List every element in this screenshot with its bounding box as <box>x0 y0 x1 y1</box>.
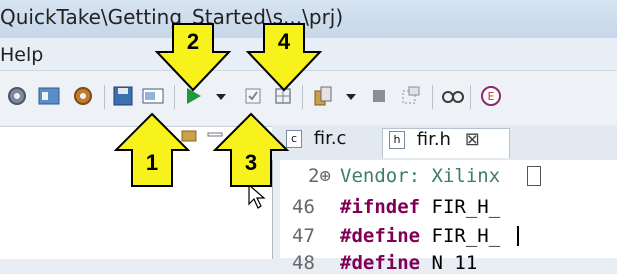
h-file-icon: h <box>389 131 405 149</box>
tab-label: fir.c <box>313 128 347 149</box>
annotation-arrow-3: 3 <box>213 112 289 187</box>
debug-config-icon[interactable] <box>36 83 62 109</box>
code-line[interactable]: #define N 11 <box>340 252 477 274</box>
dropdown2-icon[interactable] <box>338 83 364 109</box>
annotation-arrow-4: 4 <box>246 23 322 92</box>
save-icon[interactable] <box>110 83 136 109</box>
window-icon[interactable] <box>398 83 424 109</box>
code-text: FIR_H_ <box>420 225 501 247</box>
toolbar-separator <box>432 85 433 109</box>
tab-fir-c[interactable]: c fir.c <box>280 128 376 158</box>
toolbar-separator <box>104 85 105 109</box>
bug-icon[interactable]: E <box>478 83 504 109</box>
line-number: 2⊕ <box>308 165 331 187</box>
menu-help[interactable]: Help <box>0 44 43 66</box>
keyword: #define <box>340 225 421 247</box>
build-settings-icon[interactable] <box>70 83 96 109</box>
glasses-icon[interactable] <box>440 83 466 109</box>
code-line[interactable]: #define FIR_H_ <box>340 225 500 247</box>
text-caret <box>517 226 519 246</box>
text-cursor-box <box>527 166 541 186</box>
annotation-arrow-1: 1 <box>114 112 190 187</box>
svg-text:E: E <box>488 90 495 103</box>
line-number: 46 <box>292 196 315 218</box>
code-text: FIR_H_ <box>420 196 501 218</box>
keyword: #define <box>340 252 421 274</box>
keyword: #ifndef <box>340 196 421 218</box>
gear-icon[interactable] <box>4 83 30 109</box>
stop-icon[interactable] <box>366 83 392 109</box>
line-number: 47 <box>292 225 315 247</box>
line-number: 48 <box>292 252 315 274</box>
annotation-label: 2 <box>187 29 199 54</box>
annotation-arrow-2: 2 <box>155 23 231 92</box>
annotation-label: 4 <box>278 29 291 54</box>
annotation-label: 3 <box>245 150 257 175</box>
annotation-label: 1 <box>146 150 158 175</box>
close-icon[interactable]: ⊠ <box>465 129 480 150</box>
code-line[interactable]: Vendor: Xilinx <box>340 165 500 187</box>
editor-tab-strip: c fir.c h fir.h ⊠ <box>272 126 617 160</box>
toolbar-separator <box>470 85 471 109</box>
tab-label: fir.h <box>416 129 451 150</box>
code-text: N 11 <box>420 252 478 274</box>
tab-fir-h[interactable]: h fir.h ⊠ <box>382 128 510 158</box>
code-line[interactable]: #ifndef FIR_H_ <box>340 196 500 218</box>
